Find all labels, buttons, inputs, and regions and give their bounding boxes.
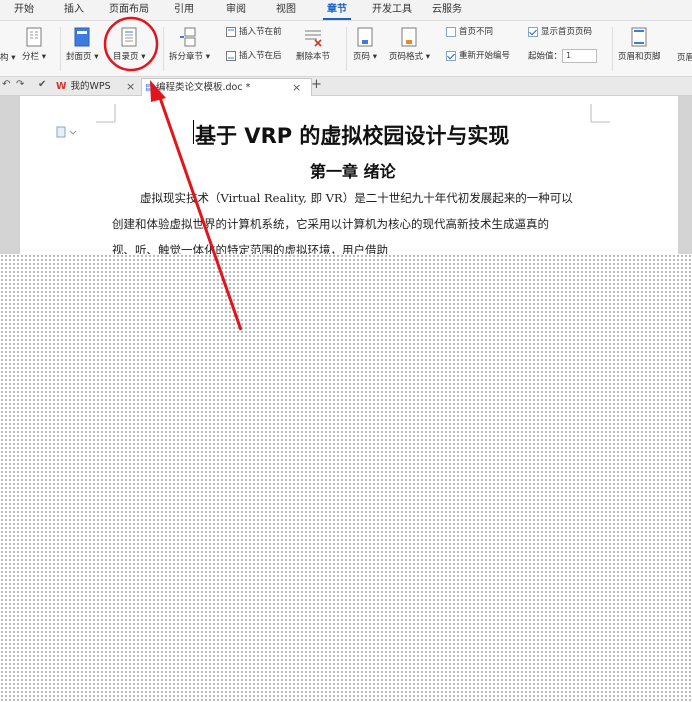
document-canvas: 基于 VRP 的虚拟校园设计与实现 第一章 绪论 虚拟现实技术（Virtual … xyxy=(0,96,692,257)
cover-page-icon xyxy=(74,27,90,47)
ribbon-label: 页眉和页脚 xyxy=(618,52,661,62)
split-chapter-button[interactable]: 拆分章节 ▾ xyxy=(169,27,210,62)
pin-icon[interactable]: ✔ xyxy=(38,79,46,90)
page-corner-marks xyxy=(590,104,610,123)
insert-section-before-icon xyxy=(226,26,236,37)
delete-section-icon xyxy=(305,30,322,47)
wps-logo-icon: W xyxy=(56,81,67,92)
header-partial-button[interactable]: 页眉 xyxy=(677,51,692,63)
restart-numbering-checkbox[interactable]: 重新开始编号 xyxy=(446,49,510,63)
header-footer-icon xyxy=(631,27,647,47)
page-number-icon xyxy=(357,27,373,47)
menu-review[interactable]: 审阅 xyxy=(226,0,246,20)
start-value-label: 起始值： xyxy=(528,51,563,62)
menu-cloud[interactable]: 云服务 xyxy=(432,0,462,20)
menu-start[interactable]: 开始 xyxy=(14,0,34,20)
menu-insert[interactable]: 插入 xyxy=(64,0,84,20)
paragraph-line: 创建和体验虚拟世界的计算机系统，它采用以计算机为核心的现代高新技术生成逼真的 xyxy=(112,217,549,231)
tab-label: 我的WPS xyxy=(70,81,111,92)
ribbon-label: 页眉 xyxy=(677,53,692,63)
checkbox-checked-icon xyxy=(528,26,538,37)
undo-icon[interactable]: ↶ xyxy=(2,79,10,90)
ribbon-label: 插入节在前 xyxy=(239,27,282,37)
close-icon[interactable]: × xyxy=(292,79,301,96)
tab-my-wps[interactable]: W 我的WPS × xyxy=(56,78,138,95)
ribbon-label: 页码格式 ▾ xyxy=(389,52,430,62)
header-footer-button[interactable]: 页眉和页脚 xyxy=(618,27,661,62)
redo-icon[interactable]: ↷ xyxy=(16,79,24,90)
checkbox-checked-icon xyxy=(446,50,456,61)
toc-page-icon xyxy=(121,27,137,47)
tab-document[interactable]: ▤ 编程类论文模板.doc * × xyxy=(141,78,312,96)
chapter-heading: 第一章 绪论 xyxy=(310,162,396,181)
show-first-page-number-checkbox[interactable]: 显示首页页码 xyxy=(528,25,592,39)
menu-section[interactable]: 章节 xyxy=(323,0,351,20)
columns-button[interactable]: 分栏 ▾ xyxy=(22,27,46,62)
page-number-button[interactable]: 页码 ▾ xyxy=(353,27,377,62)
menu-bar: 开始 插入 页面布局 引用 审阅 视图 章节 开发工具 云服务 xyxy=(0,0,692,21)
page-number-format-icon xyxy=(401,27,417,47)
ribbon-partial-structure-button[interactable]: 构 ▾ xyxy=(0,51,15,63)
menu-references[interactable]: 引用 xyxy=(174,0,194,20)
masked-region xyxy=(0,254,692,702)
tab-label: 编程类论文模板.doc * xyxy=(155,82,251,93)
ribbon-label: 页码 ▾ xyxy=(353,52,377,62)
menu-developer[interactable]: 开发工具 xyxy=(372,0,412,20)
new-tab-icon[interactable]: + xyxy=(311,77,322,92)
checkbox-label: 显示首页页码 xyxy=(541,27,593,37)
start-value-group: 起始值： 1 xyxy=(528,49,598,63)
split-chapter-icon xyxy=(180,27,196,47)
toc-page-button[interactable]: 目录页 ▾ xyxy=(113,27,145,62)
document-page[interactable]: 基于 VRP 的虚拟校园设计与实现 第一章 绪论 虚拟现实技术（Virtual … xyxy=(20,96,678,257)
menu-page-layout[interactable]: 页面布局 xyxy=(109,0,149,20)
text-cursor xyxy=(193,120,194,144)
paragraph-line: 虚拟现实技术（Virtual Reality, 即 VR）是二十世纪九十年代初发… xyxy=(140,191,573,205)
ribbon-label: 目录页 ▾ xyxy=(113,52,146,62)
first-page-different-checkbox[interactable]: 首页不同 xyxy=(446,25,493,39)
ribbon-label: 构 ▾ xyxy=(0,53,16,63)
cover-page-button[interactable]: 封面页 ▾ xyxy=(66,27,98,62)
ribbon-toolbar: 构 ▾ 分栏 ▾ 封面页 ▾ 目录页 ▾ 拆分章节 ▾ 插入节在前 插入节在后 … xyxy=(0,21,692,77)
insert-section-after-button[interactable]: 插入节在后 xyxy=(226,49,282,63)
columns-icon xyxy=(26,27,42,47)
insert-section-after-icon xyxy=(226,50,236,61)
document-title: 基于 VRP 的虚拟校园设计与实现 xyxy=(195,124,510,148)
word-doc-icon: ▤ xyxy=(145,82,154,93)
ribbon-label: 拆分章节 ▾ xyxy=(169,52,210,62)
page-number-format-button[interactable]: 页码格式 ▾ xyxy=(389,27,430,62)
ribbon-label: 分栏 ▾ xyxy=(22,52,46,62)
ribbon-label: 删除本节 xyxy=(296,52,331,62)
checkbox-label: 首页不同 xyxy=(459,27,494,37)
paragraph-options-icon[interactable] xyxy=(56,126,78,138)
start-value-input[interactable]: 1 xyxy=(562,49,598,63)
document-tab-bar: ↶ ↷ ✔ W 我的WPS × ▤ 编程类论文模板.doc * × + xyxy=(0,77,692,96)
close-icon[interactable]: × xyxy=(126,78,135,95)
checkbox-unchecked-icon xyxy=(446,26,456,37)
checkbox-label: 重新开始编号 xyxy=(459,51,511,61)
menu-view[interactable]: 视图 xyxy=(276,0,296,20)
delete-section-button[interactable]: 删除本节 xyxy=(296,27,330,62)
page-corner-marks xyxy=(96,104,116,123)
ribbon-label: 封面页 ▾ xyxy=(66,52,99,62)
insert-section-before-button[interactable]: 插入节在前 xyxy=(226,25,282,39)
ribbon-label: 插入节在后 xyxy=(239,51,282,61)
